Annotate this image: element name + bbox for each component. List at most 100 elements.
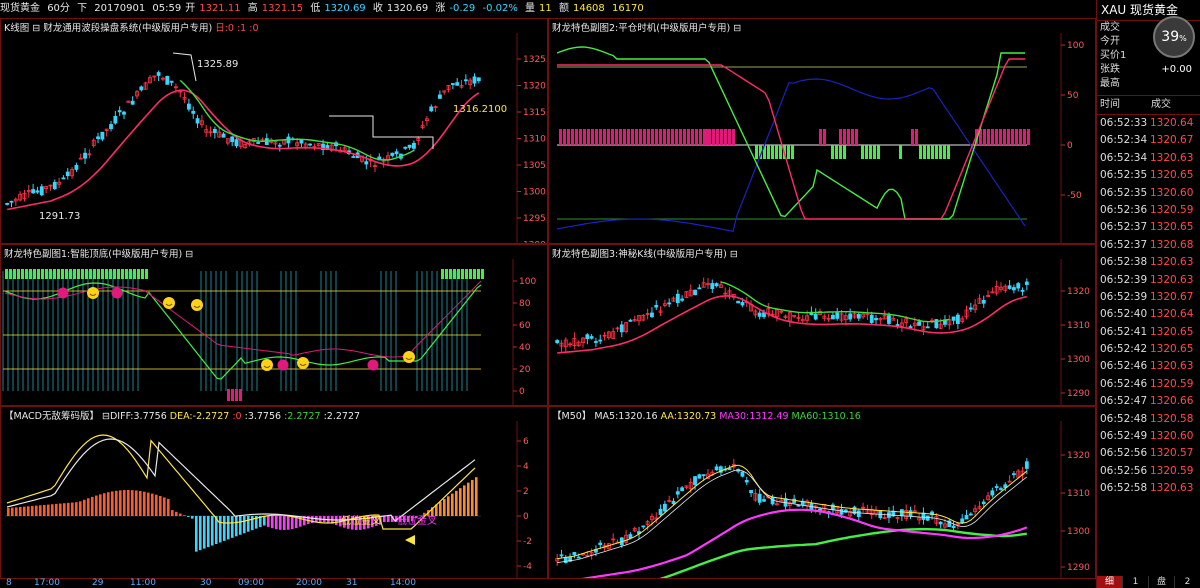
high-value: 1321.15 — [261, 3, 304, 14]
extra-value: 16170 — [611, 3, 644, 14]
macd-toggle-icon[interactable]: ⊟ — [102, 411, 110, 422]
tick-time: 06:52:36 — [1100, 203, 1148, 216]
tab-pan[interactable]: 盘 — [1149, 576, 1175, 588]
sub3-toggle-icon[interactable]: ⊟ — [730, 249, 738, 260]
tab-detail[interactable]: 细 — [1097, 576, 1123, 588]
tick-price: 1320.65 — [1150, 325, 1194, 338]
tick-row: 06:52:49 1320.60 — [1097, 428, 1200, 445]
period-label[interactable]: 60分 — [47, 3, 70, 14]
tick-time: 06:52:37 — [1100, 221, 1148, 234]
field-label: 买价1 — [1100, 50, 1127, 61]
tick-time: 06:52:48 — [1100, 412, 1148, 425]
sub1-top-bar — [113, 269, 116, 279]
macd-hist-bar — [95, 495, 98, 516]
tab-2[interactable]: 2 — [1175, 576, 1200, 588]
m50-title-text: 【M50】 — [552, 411, 592, 422]
sub1-chart[interactable]: 100 80 60 40 20 0 — [1, 245, 548, 406]
sub1-title-text: 财龙特色副图1:智能顶底(中级版用户专用) — [4, 249, 183, 260]
sub3-panel[interactable]: 财龙特色副图3:神秘K线(中级版用户专用) ⊟ 1320 1310 1300 1290 — [548, 244, 1096, 406]
sub1-top-bar — [449, 269, 452, 279]
sub2-neg-bar — [775, 145, 778, 159]
sub3-candle — [1020, 289, 1025, 292]
close-label: 收 — [372, 3, 383, 14]
tick-row: 06:52:39 1320.63 — [1097, 272, 1200, 289]
sub2-pos-bar — [667, 129, 670, 145]
sub1-panel[interactable]: 财龙特色副图1:智能顶底(中级版用户专用) ⊟ 100 80 60 40 20 0 — [0, 244, 548, 406]
sub1-top-bar — [453, 269, 456, 279]
m50-panel[interactable]: 【M50】 MA5:1320.16 AA:1320.73 MA30:1312.4… — [548, 406, 1096, 579]
sub2-pos-bar — [839, 129, 842, 145]
kline-panel[interactable]: K线图 ⊟ 财龙通用波段操盘系统(中级版用户专用) 日:0 :1 :0 1325… — [0, 18, 548, 244]
sub1-bottom-bar — [231, 389, 234, 401]
macd-hist-bar — [71, 502, 74, 516]
macd-hist-bar — [443, 499, 446, 516]
sub3-candle — [981, 300, 986, 304]
sub1-y-tick-label: 80 — [519, 299, 531, 309]
sub1-top-bar — [5, 269, 8, 279]
macd-hist-bar — [471, 479, 474, 516]
time-axis-label: 31 — [346, 578, 358, 588]
m50-candle — [572, 552, 577, 556]
kline-high-annotation: 1325.89 — [197, 59, 238, 70]
sub1-toggle-icon[interactable]: ⊟ — [185, 249, 193, 260]
sub2-toggle-icon[interactable]: ⊟ — [733, 23, 741, 34]
macd-hist-bar — [219, 516, 222, 543]
m50-candle — [908, 510, 913, 517]
macd-hist-bar — [163, 497, 166, 516]
macd-hist-bar — [291, 516, 294, 530]
sub3-candle — [555, 340, 560, 344]
sub1-y-tick-label: 40 — [519, 343, 531, 353]
tick-price: 1320.63 — [1150, 360, 1194, 373]
tick-time: 06:52:38 — [1100, 256, 1148, 269]
tick-row: 06:52:58 1320.63 — [1097, 480, 1200, 497]
sub3-candle — [740, 302, 745, 306]
m50-candle — [964, 515, 969, 520]
macd-hist-bar — [115, 490, 118, 516]
tick-time: 06:52:34 — [1100, 151, 1148, 164]
macd-hist-bar — [99, 494, 102, 516]
progress-badge[interactable]: 39% — [1153, 16, 1195, 58]
sub3-candle — [1024, 281, 1029, 285]
tick-row: 06:52:48 1320.58 — [1097, 411, 1200, 428]
sub2-pos-bar — [651, 129, 654, 145]
macd-hist-bar — [383, 516, 386, 522]
kline-toggle-icon[interactable]: ⊟ — [32, 23, 40, 34]
kline-candle — [100, 131, 105, 140]
sub1-smiley-icon — [297, 357, 309, 369]
sub3-candle — [1016, 283, 1021, 289]
sub2-panel[interactable]: 财龙特色副图2:平仓时机(中级版用户专用) ⊟ 100 50 0 -50 — [548, 18, 1096, 244]
sub3-candle — [874, 317, 878, 321]
m50-candle — [628, 534, 633, 539]
sub2-pos-bar — [999, 129, 1002, 145]
macd-cross-annotation: 低位金叉 — [341, 514, 381, 527]
kline-candle — [256, 142, 261, 144]
macd-hist-bar — [171, 510, 174, 516]
macd-panel[interactable]: 【MACD无敌筹码版】 ⊟DIFF:3.7756 DEA:-2.2727 :0 … — [0, 406, 548, 579]
m50-candle — [749, 490, 753, 494]
sub2-pos-bar — [732, 129, 735, 145]
time-axis-label: 29 — [92, 578, 104, 588]
sub3-chart[interactable]: 1320 1310 1300 1290 — [549, 245, 1096, 406]
macd-chart[interactable]: 6 4 2 0 -2 -4 低位金叉 低位金叉 — [1, 407, 548, 579]
macd-hist-bar — [159, 496, 162, 516]
sub2-pos-bar — [571, 129, 574, 145]
macd-hist-bar — [27, 506, 30, 516]
m50-candle — [658, 508, 663, 515]
sub2-pos-bar — [635, 129, 638, 145]
tab-1[interactable]: 1 — [1123, 576, 1149, 588]
m50-chart[interactable]: 1320 1310 1300 1290 — [549, 407, 1096, 579]
tick-time: 06:52:42 — [1100, 343, 1148, 356]
tick-list[interactable]: 06:52:33 1320.64 06:52:34 1320.67 06:52:34 13… — [1097, 115, 1200, 498]
sub2-title-text: 财龙特色副图2:平仓时机(中级版用户专用) — [552, 23, 731, 34]
sub2-pos-bar — [575, 129, 578, 145]
sub3-candle — [925, 326, 930, 329]
kline-candle — [65, 171, 70, 177]
sub2-pos-bar — [619, 129, 622, 145]
field-value: +0.00 — [1161, 64, 1192, 75]
sub1-top-bar — [57, 269, 60, 279]
sub2-chart[interactable]: 100 50 0 -50 — [549, 19, 1096, 244]
kline-chart[interactable]: 1325.0 1320.0 1315.0 1310.0 1305.0 1300.0 1295… — [1, 19, 548, 244]
macd-hist-bar — [91, 496, 94, 516]
sub3-candle — [955, 314, 960, 324]
m50-y-tick-label: 1310 — [1067, 489, 1090, 499]
